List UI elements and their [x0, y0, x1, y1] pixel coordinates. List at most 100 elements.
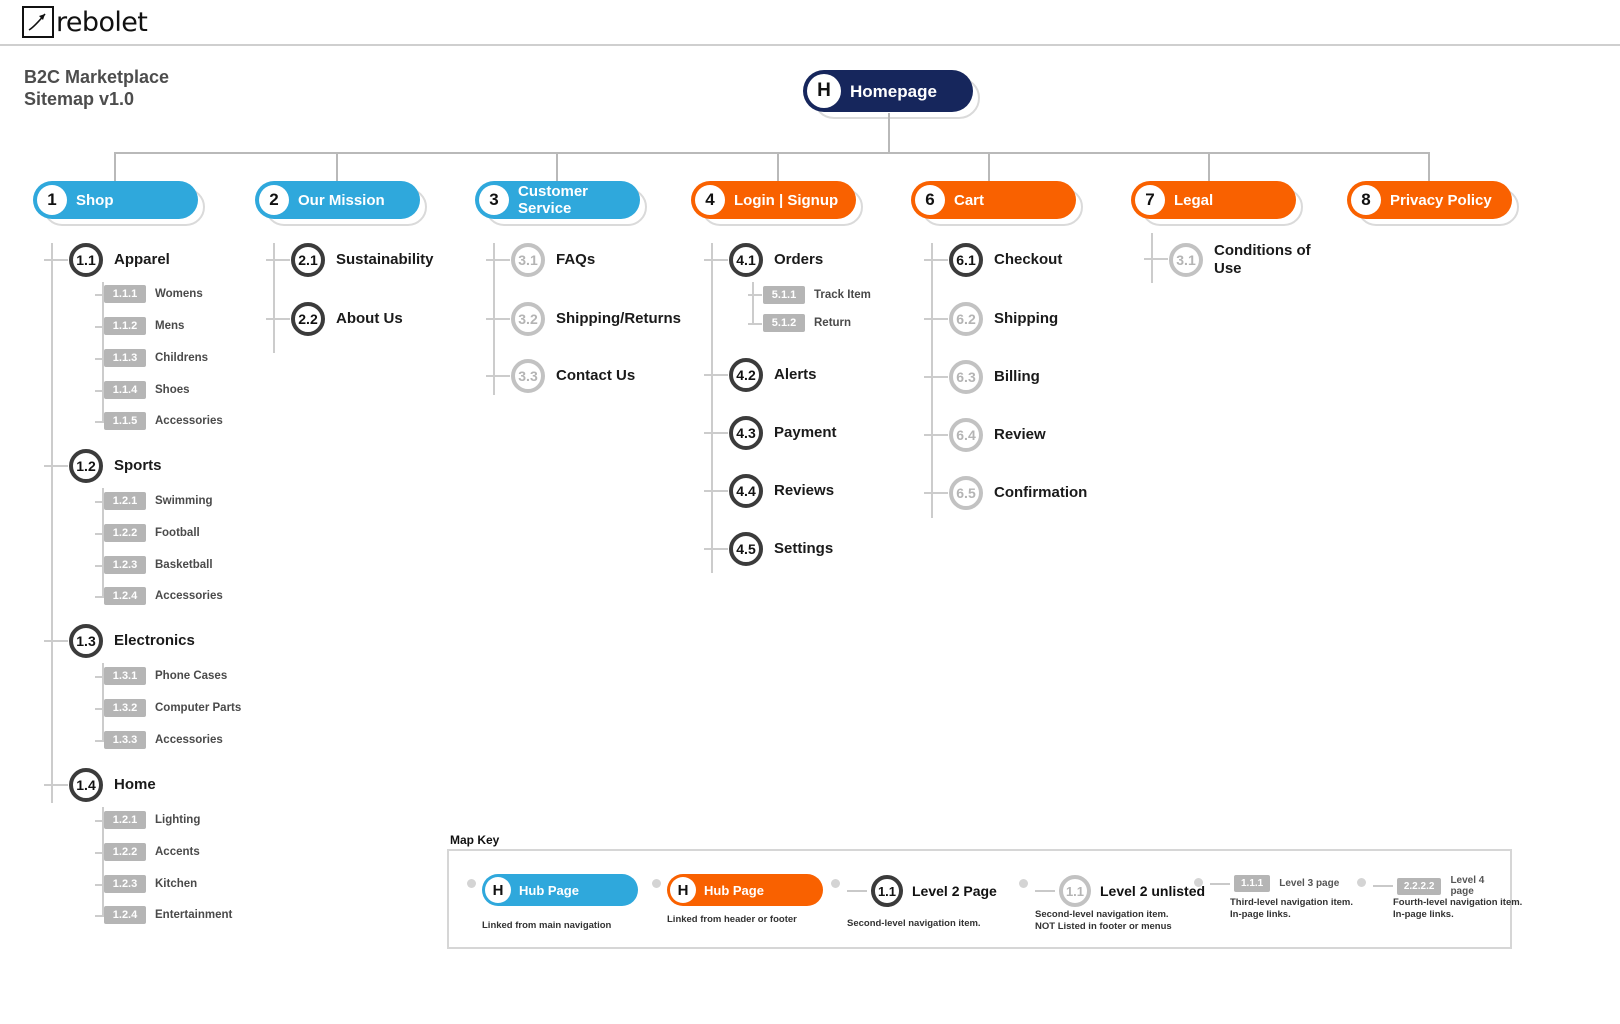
- node-badge: H: [485, 877, 511, 903]
- node-tag: 1.2.4: [104, 906, 146, 924]
- node-label: Alerts: [774, 366, 817, 383]
- node-label: Shipping/Returns: [556, 310, 681, 327]
- node-label: Payment: [774, 424, 837, 441]
- node-cart-review[interactable]: 6.4 Review: [949, 418, 1046, 452]
- node-cart-checkout[interactable]: 6.1 Checkout: [949, 243, 1062, 277]
- list-item[interactable]: 1.1.3 Childrens: [104, 349, 208, 367]
- list-item[interactable]: 1.3.1 Phone Cases: [104, 667, 227, 685]
- connector-drop-6: [988, 152, 990, 182]
- node-legal-conditions-of-use[interactable]: 3.1 Conditions of Use: [1169, 242, 1324, 278]
- list-item[interactable]: 1.2.1 Lighting: [104, 811, 200, 829]
- node-cart-billing[interactable]: 6.3 Billing: [949, 360, 1040, 394]
- connector-cart-spine: [931, 243, 933, 518]
- node-label: Shipping: [994, 310, 1059, 327]
- bullet-dot-icon: [1357, 878, 1366, 887]
- node-number: 6.4: [949, 418, 983, 452]
- node-cs-contact-us[interactable]: 3.3 Contact Us: [511, 359, 635, 393]
- legend-hub-page-blue: H Hub Page: [482, 874, 645, 912]
- node-tag: 1.1.2: [104, 317, 146, 335]
- list-item[interactable]: 1.2.2 Football: [104, 524, 200, 542]
- node-label: Hub Page: [519, 882, 579, 898]
- page-title-line1: B2C Marketplace: [24, 67, 170, 87]
- node-tag: 5.1.1: [763, 286, 805, 304]
- list-item[interactable]: 1.3.2 Computer Parts: [104, 699, 241, 717]
- node-shop-sports[interactable]: 1.2 Sports: [69, 449, 162, 483]
- connector-cart-c5: [924, 492, 948, 494]
- legend-level-2-unlisted: 1.1 Level 2 unlisted: [1035, 875, 1205, 907]
- node-hub-our-mission[interactable]: 2 Our Mission: [255, 181, 427, 226]
- node-hub-privacy-policy[interactable]: 8 Privacy Policy: [1347, 181, 1519, 226]
- list-item[interactable]: 1.2.4 Entertainment: [104, 906, 232, 924]
- node-number: 6.5: [949, 476, 983, 510]
- legend-caption: Fourth-level navigation item. In-page li…: [1393, 897, 1523, 920]
- bullet-dot-icon: [1194, 878, 1203, 887]
- node-mission-about-us[interactable]: 2.2 About Us: [291, 302, 403, 336]
- node-hub-login-signup[interactable]: 4 Login | Signup: [691, 181, 863, 226]
- node-label: Level 2 unlisted: [1100, 883, 1206, 899]
- list-item[interactable]: 1.1.2 Mens: [104, 317, 184, 335]
- connector-dash-icon: [1210, 882, 1230, 885]
- connector-root-bus: [114, 152, 1430, 154]
- connector-cs-c3: [486, 375, 510, 377]
- node-badge: H: [670, 877, 696, 903]
- node-tag: 1.1.5: [104, 412, 146, 430]
- node-label: Lighting: [155, 814, 201, 826]
- connector-orders-c2: [748, 323, 762, 325]
- list-item[interactable]: 1.1.5 Accessories: [104, 412, 223, 430]
- list-item[interactable]: 1.3.3 Accessories: [104, 731, 223, 749]
- node-login-alerts[interactable]: 4.2 Alerts: [729, 358, 817, 392]
- node-shop-apparel[interactable]: 1.1 Apparel: [69, 243, 170, 277]
- node-label: Checkout: [994, 251, 1063, 268]
- connector-cart-c4: [924, 434, 948, 436]
- node-cs-shipping-returns[interactable]: 3.2 Shipping/Returns: [511, 302, 681, 336]
- legend-caption: Second-level navigation item.: [847, 918, 981, 929]
- node-tag: 1.2.4: [104, 587, 146, 605]
- node-label: Entertainment: [155, 909, 233, 921]
- node-cart-shipping[interactable]: 6.2 Shipping: [949, 302, 1058, 336]
- node-hub-customer-service[interactable]: 3 Customer Service: [475, 181, 647, 226]
- node-mission-sustainability[interactable]: 2.1 Sustainability: [291, 243, 434, 277]
- node-hub-cart[interactable]: 6 Cart: [911, 181, 1083, 226]
- connector-drop-2: [336, 152, 338, 182]
- list-item[interactable]: 1.2.3 Basketball: [104, 556, 213, 574]
- list-item[interactable]: 1.1.4 Shoes: [104, 381, 190, 399]
- legend-caption: Linked from header or footer: [667, 914, 797, 925]
- node-label: Football: [155, 527, 200, 539]
- list-item[interactable]: 1.2.3 Kitchen: [104, 875, 197, 893]
- node-badge: 4: [695, 185, 725, 215]
- node-login-reviews[interactable]: 4.4 Reviews: [729, 474, 834, 508]
- node-badge: 1: [37, 185, 67, 215]
- connector-drop-4: [777, 152, 779, 182]
- legend-caption: Linked from main navigation: [482, 920, 612, 931]
- connector-cart-c1: [924, 259, 948, 261]
- node-label: About Us: [336, 310, 403, 327]
- node-cs-faqs[interactable]: 3.1 FAQs: [511, 243, 595, 277]
- connector-dash-icon: [847, 890, 867, 892]
- list-item[interactable]: 5.1.2 Return: [763, 314, 851, 332]
- node-badge: H: [807, 74, 841, 108]
- connector-shop-11: [44, 259, 68, 261]
- node-label: Reviews: [774, 482, 835, 499]
- node-shop-electronics[interactable]: 1.3 Electronics: [69, 624, 195, 658]
- legend-level-2-page: 1.1 Level 2 Page: [847, 875, 997, 907]
- node-hub-shop[interactable]: 1 Shop: [33, 181, 205, 226]
- node-homepage[interactable]: H Homepage: [803, 70, 980, 119]
- list-item[interactable]: 1.1.1 Womens: [104, 285, 203, 303]
- list-item[interactable]: 1.2.4 Accessories: [104, 587, 223, 605]
- node-login-payment[interactable]: 4.3 Payment: [729, 416, 837, 450]
- node-cart-confirmation[interactable]: 6.5 Confirmation: [949, 476, 1087, 510]
- node-shop-home[interactable]: 1.4 Home: [69, 768, 156, 802]
- list-item[interactable]: 1.2.1 Swimming: [104, 492, 213, 510]
- connector-mission-c2: [266, 318, 290, 320]
- node-hub-legal[interactable]: 7 Legal: [1131, 181, 1303, 226]
- node-label: Legal: [1174, 191, 1214, 209]
- node-badge: 7: [1135, 185, 1165, 215]
- node-login-settings[interactable]: 4.5 Settings: [729, 532, 833, 566]
- list-item[interactable]: 1.2.2 Accents: [104, 843, 200, 861]
- node-label: Return: [814, 317, 852, 329]
- map-key-legend: H Hub Page Linked from main navigation H…: [447, 849, 1522, 949]
- node-number: 1.1: [871, 875, 903, 907]
- node-login-orders[interactable]: 4.1 Orders: [729, 243, 823, 277]
- list-item[interactable]: 5.1.1 Track Item: [763, 286, 871, 304]
- node-label: Orders: [774, 251, 824, 268]
